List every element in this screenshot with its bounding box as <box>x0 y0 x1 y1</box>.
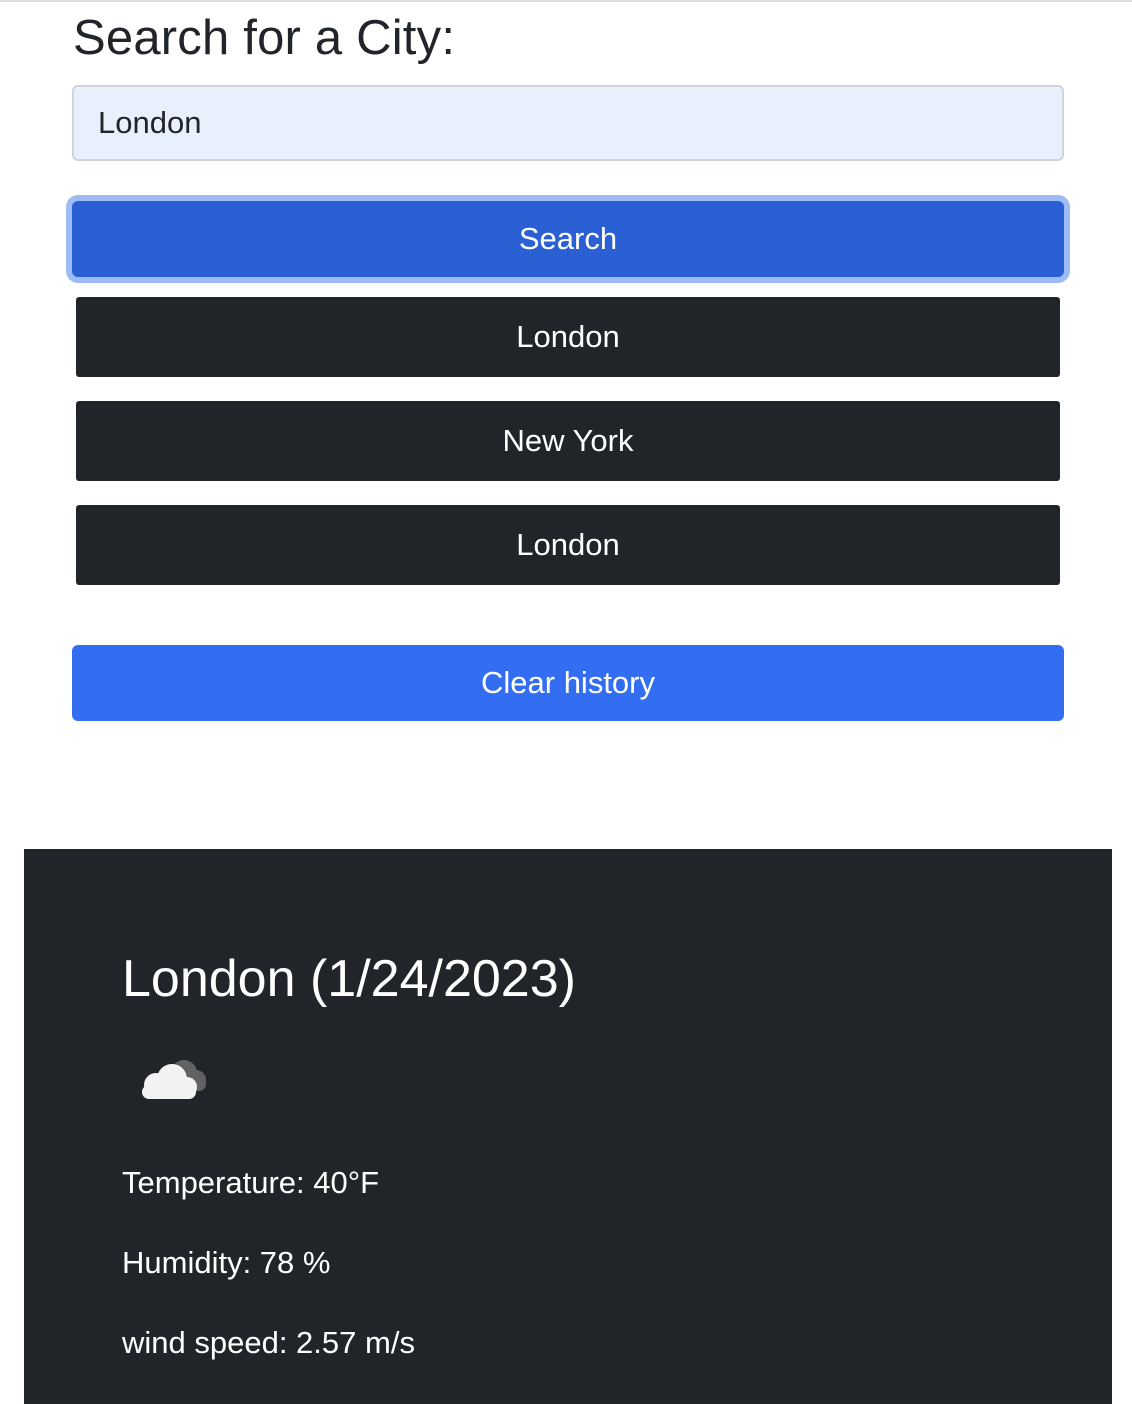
history-button-london-2[interactable]: London <box>76 505 1060 585</box>
cloud-icon <box>142 1060 206 1099</box>
city-search-input[interactable] <box>72 85 1064 161</box>
humidity-text: Humidity: 78 % <box>122 1245 331 1280</box>
clear-history-button[interactable]: Clear history <box>72 645 1064 721</box>
history-button-london[interactable]: London <box>76 297 1060 377</box>
temperature-text: Temperature: 40°F <box>122 1165 380 1200</box>
page: Search for a City: Search London New Yor… <box>0 0 1132 1404</box>
current-weather-panel: London (1/24/2023) Temperature: 40°F Hum… <box>24 849 1112 1404</box>
search-button[interactable]: Search <box>72 201 1064 277</box>
weather-title: London (1/24/2023) <box>122 950 576 1008</box>
wind-speed-text: wind speed: 2.57 m/s <box>122 1325 415 1360</box>
history-button-new-york[interactable]: New York <box>76 401 1060 481</box>
search-heading: Search for a City: <box>73 11 456 65</box>
